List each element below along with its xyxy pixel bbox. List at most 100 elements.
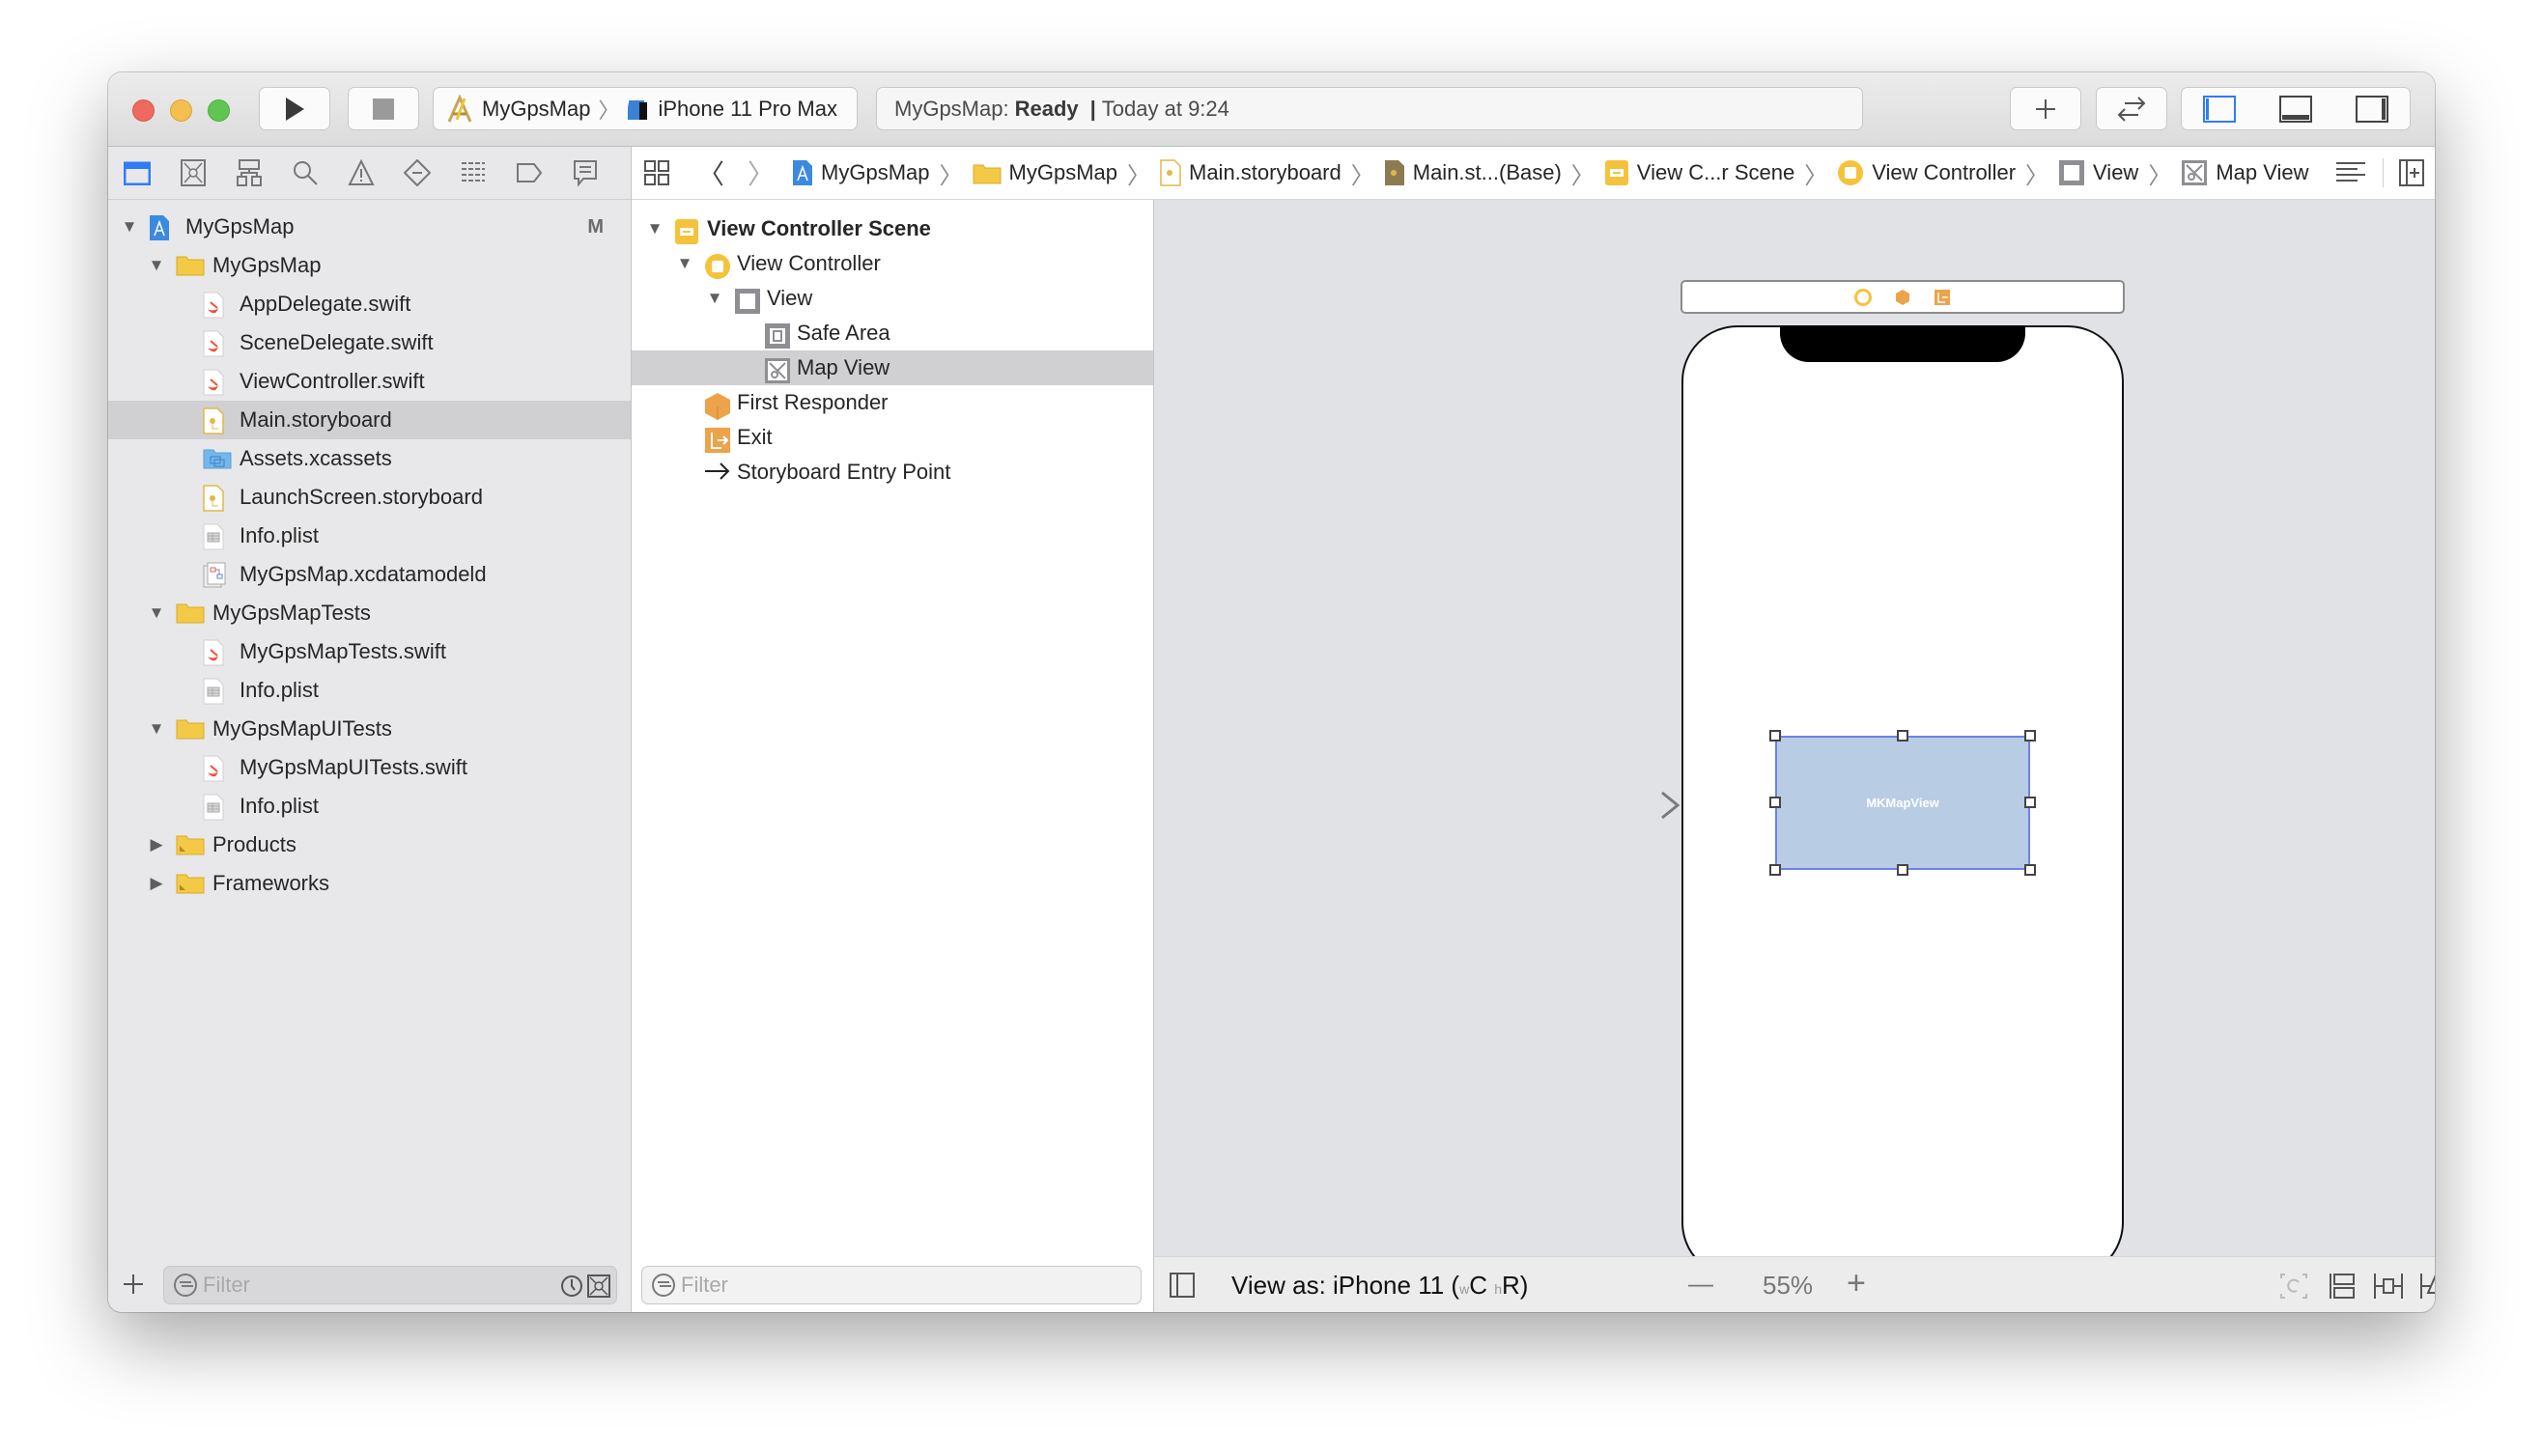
outline-row[interactable]: ▼ View Controller xyxy=(632,246,1153,281)
add-constraints-icon[interactable] xyxy=(2419,1272,2435,1301)
run-button[interactable] xyxy=(259,87,330,130)
crumb-map-view[interactable]: Map View xyxy=(2181,159,2309,186)
crumb-view[interactable]: View xyxy=(2058,159,2138,186)
project-tree-row[interactable]: MyGpsMapTests.swift xyxy=(108,632,631,671)
code-review-button[interactable] xyxy=(2096,87,2167,130)
issue-navigator-tab[interactable] xyxy=(346,157,377,188)
resize-handle-right[interactable] xyxy=(2024,797,2036,808)
back-button[interactable]: 〈 xyxy=(697,154,724,192)
outline-row[interactable]: First Responder xyxy=(632,385,1153,420)
first-responder-icon[interactable] xyxy=(1895,289,1910,306)
project-tree-row[interactable]: ▼ MyGpsMapUITests xyxy=(108,710,631,748)
find-navigator-tab[interactable] xyxy=(290,157,321,188)
project-tree-row[interactable]: AppDelegate.swift xyxy=(108,285,631,323)
project-tree-row[interactable]: ViewController.swift xyxy=(108,362,631,401)
project-tree-row[interactable]: SceneDelegate.swift xyxy=(108,323,631,362)
project-tree-label: MyGpsMapTests xyxy=(212,601,371,625)
crumb-scene[interactable]: View C...r Scene xyxy=(1604,159,1794,186)
project-tree-row[interactable]: MyGpsMapUITests.swift xyxy=(108,748,631,787)
stop-button[interactable] xyxy=(348,87,419,130)
add-file-icon[interactable] xyxy=(122,1273,145,1296)
project-tree-row[interactable]: ▼ MyGpsMap M xyxy=(108,208,631,246)
disclosure-collapsed-icon[interactable]: ▶ xyxy=(147,835,166,854)
project-tree-row[interactable]: Info.plist xyxy=(108,517,631,555)
zoom-in-button[interactable]: + xyxy=(1847,1265,1866,1302)
symbol-navigator-tab[interactable] xyxy=(234,157,265,188)
crumb-file[interactable]: Main.storyboard xyxy=(1160,159,1342,186)
source-control-navigator-tab[interactable] xyxy=(178,157,209,188)
storyboard-canvas[interactable]: MKMapView xyxy=(1154,200,2435,1278)
project-navigator-tab[interactable] xyxy=(122,157,153,188)
disclosure-expanded-icon[interactable]: ▼ xyxy=(120,217,139,237)
document-items-menu-icon[interactable] xyxy=(2335,161,2367,184)
disclosure-expanded-icon[interactable]: ▼ xyxy=(705,289,724,308)
toggle-outline-icon[interactable] xyxy=(1170,1273,1195,1298)
view-controller-icon[interactable] xyxy=(1854,288,1872,306)
map-view[interactable]: MKMapView xyxy=(1769,730,2036,876)
source-control-filter-icon[interactable] xyxy=(587,1274,610,1298)
report-navigator-tab[interactable] xyxy=(570,157,601,188)
outline-row[interactable]: Storyboard Entry Point xyxy=(632,455,1153,490)
embed-in-stack-icon[interactable] xyxy=(2329,1272,2356,1301)
outline-row[interactable]: Map View xyxy=(632,350,1153,385)
disclosure-expanded-icon[interactable]: ▼ xyxy=(147,603,166,623)
entry-arrow-icon xyxy=(704,462,731,487)
close-window-button[interactable] xyxy=(132,99,155,122)
exit-icon[interactable] xyxy=(1934,289,1951,306)
toggle-inspectors-icon[interactable] xyxy=(2355,95,2388,123)
project-tree-row[interactable]: Info.plist xyxy=(108,671,631,710)
resize-handle-bottom-right[interactable] xyxy=(2024,864,2036,876)
disclosure-expanded-icon[interactable]: ▼ xyxy=(147,719,166,739)
related-items-icon[interactable] xyxy=(643,159,670,186)
resize-handle-top[interactable] xyxy=(1897,730,1908,742)
project-tree-row[interactable]: Main.storyboard xyxy=(108,401,631,439)
zoom-window-button[interactable] xyxy=(208,99,230,122)
align-icon[interactable] xyxy=(2373,1272,2404,1301)
resize-handle-bottom-left[interactable] xyxy=(1769,864,1781,876)
outline-row[interactable]: Exit xyxy=(632,420,1153,455)
view-as-device-button[interactable]: View as: iPhone 11 (wC hR) xyxy=(1231,1271,1528,1301)
resize-handle-top-left[interactable] xyxy=(1769,730,1781,742)
forward-button[interactable]: 〉 xyxy=(748,154,775,192)
project-tree-row[interactable]: Info.plist xyxy=(108,787,631,826)
storyboard-entry-arrow[interactable] xyxy=(1575,791,1681,820)
zoom-out-button[interactable]: — xyxy=(1688,1269,1713,1299)
scheme-selector[interactable]: MyGpsMap 〉 iPhone 11 Pro Max xyxy=(433,87,858,130)
plist-icon xyxy=(203,794,224,821)
project-tree-row[interactable]: LaunchScreen.storyboard xyxy=(108,478,631,517)
test-navigator-tab[interactable] xyxy=(402,157,433,188)
outline-filter-field[interactable]: Filter xyxy=(641,1266,1142,1304)
project-tree-row[interactable]: ▶ Frameworks xyxy=(108,864,631,903)
outline-row[interactable]: Safe Area xyxy=(632,316,1153,350)
navigator-filter-field[interactable]: Filter xyxy=(163,1266,617,1304)
crumb-group[interactable]: MyGpsMap xyxy=(973,160,1117,185)
outline-row[interactable]: ▼ View xyxy=(632,281,1153,316)
disclosure-collapsed-icon[interactable]: ▶ xyxy=(147,874,166,893)
resize-handle-top-right[interactable] xyxy=(2024,730,2036,742)
crumb-view-controller[interactable]: View Controller xyxy=(1837,159,2016,186)
library-button[interactable] xyxy=(2010,87,2081,130)
add-editor-icon[interactable] xyxy=(2398,159,2424,186)
project-tree-row[interactable]: MyGpsMap.xcdatamodeld xyxy=(108,555,631,594)
scheme-separator: 〉 xyxy=(598,98,620,123)
minimize-window-button[interactable] xyxy=(170,99,192,122)
project-tree-row[interactable]: ▶ Products xyxy=(108,826,631,864)
project-tree-row[interactable]: Assets.xcassets xyxy=(108,439,631,478)
update-frames-icon[interactable] xyxy=(2279,1273,2308,1300)
crumb-localization[interactable]: Main.st...(Base) xyxy=(1384,159,1562,186)
outline-row[interactable]: ▼ View Controller Scene xyxy=(632,211,1153,246)
resize-handle-bottom[interactable] xyxy=(1897,864,1908,876)
zoom-level[interactable]: 55% xyxy=(1763,1271,1813,1301)
breakpoint-navigator-tab[interactable] xyxy=(514,157,545,188)
disclosure-expanded-icon[interactable]: ▼ xyxy=(147,256,166,275)
toggle-navigator-icon[interactable] xyxy=(2203,95,2237,123)
resize-handle-left[interactable] xyxy=(1769,797,1781,808)
crumb-project[interactable]: MyGpsMap xyxy=(792,159,930,186)
project-tree-row[interactable]: ▼ MyGpsMapTests xyxy=(108,594,631,632)
disclosure-expanded-icon[interactable]: ▼ xyxy=(645,219,664,238)
recent-files-clock-icon[interactable] xyxy=(560,1274,583,1298)
toggle-debug-area-icon[interactable] xyxy=(2278,95,2312,123)
disclosure-expanded-icon[interactable]: ▼ xyxy=(675,254,694,273)
debug-navigator-tab[interactable] xyxy=(458,157,489,188)
project-tree-row[interactable]: ▼ MyGpsMap xyxy=(108,246,631,285)
